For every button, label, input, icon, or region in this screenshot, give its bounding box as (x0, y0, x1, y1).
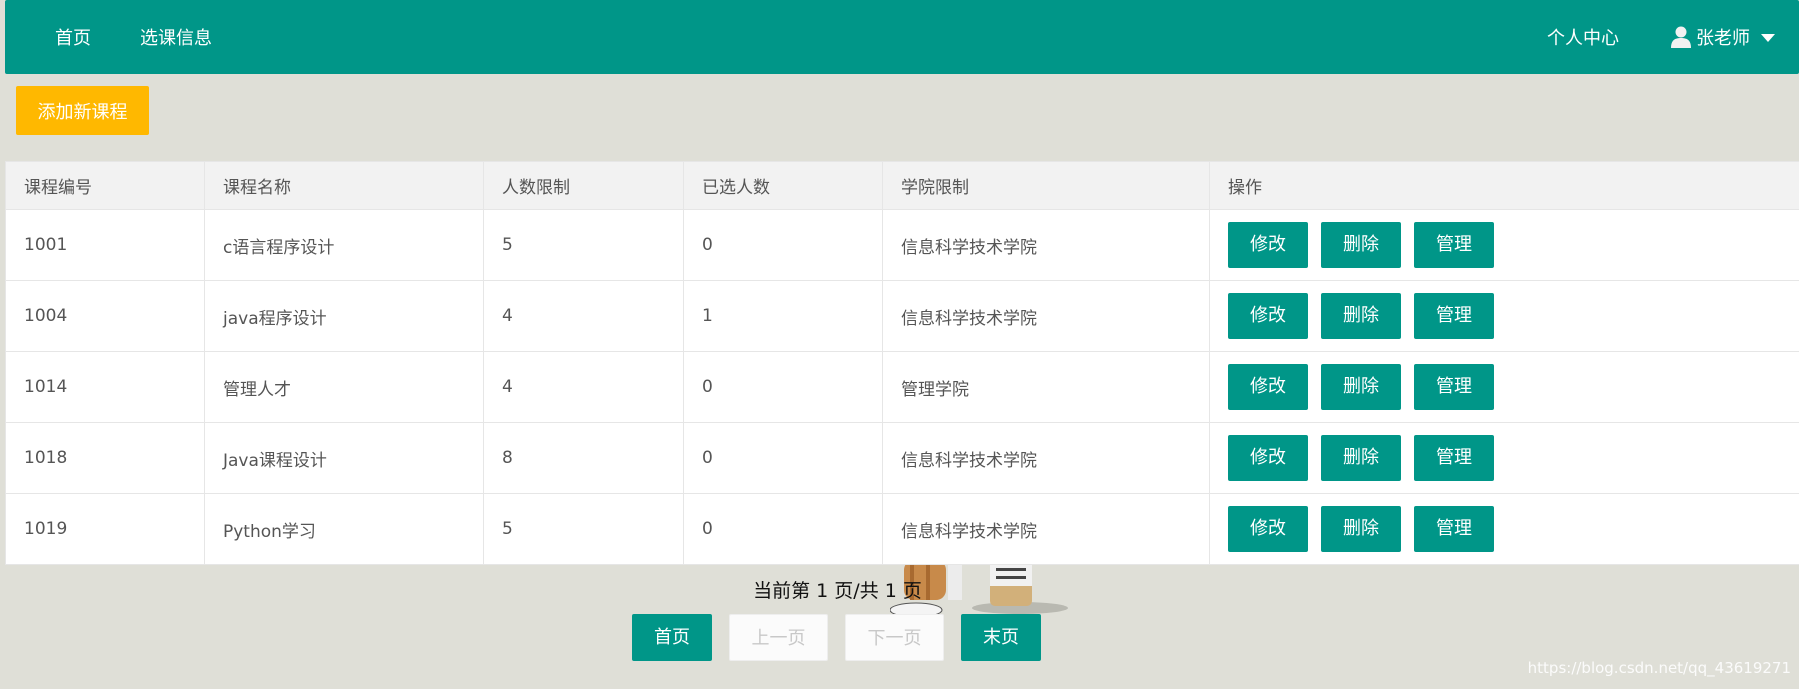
page-info: 当前第 1 页/共 1 页 (753, 580, 922, 602)
nav-right: 个人中心 张老师 (1547, 0, 1775, 74)
next-page-button[interactable]: 下一页 (845, 614, 944, 661)
manage-button[interactable]: 管理 (1414, 506, 1494, 552)
cell-actions: 修改 删除 管理 (1209, 422, 1799, 494)
cell-college: 信息科学技术学院 (882, 209, 1210, 281)
header-course-id: 课程编号 (5, 161, 205, 210)
table-row: 1018 Java课程设计 8 0 信息科学技术学院 修改 删除 管理 (5, 422, 1799, 494)
caret-down-icon (1761, 34, 1775, 42)
manage-button[interactable]: 管理 (1414, 435, 1494, 481)
prev-page-button[interactable]: 上一页 (729, 614, 828, 661)
cell-course-id: 1019 (5, 493, 205, 565)
header-limit: 人数限制 (483, 161, 684, 210)
user-name: 张老师 (1696, 28, 1750, 49)
cell-course-name: java程序设计 (204, 280, 484, 352)
cell-limit: 4 (483, 280, 684, 352)
cell-selected: 0 (683, 493, 883, 565)
cell-course-id: 1014 (5, 351, 205, 423)
top-navbar: 首页 选课信息 个人中心 张老师 (5, 0, 1799, 74)
table-row: 1014 管理人才 4 0 管理学院 修改 删除 管理 (5, 351, 1799, 423)
nav-profile[interactable]: 个人中心 (1547, 24, 1619, 50)
cell-course-name: Python学习 (204, 493, 484, 565)
cell-limit: 5 (483, 493, 684, 565)
cell-course-id: 1001 (5, 209, 205, 281)
nav-home[interactable]: 首页 (55, 24, 91, 50)
course-table: 课程编号 课程名称 人数限制 已选人数 学院限制 操作 1001 c语言程序设计… (5, 161, 1799, 565)
first-page-button[interactable]: 首页 (632, 614, 712, 661)
cell-actions: 修改 删除 管理 (1209, 280, 1799, 352)
cell-course-id: 1018 (5, 422, 205, 494)
header-selected: 已选人数 (683, 161, 883, 210)
header-course-name: 课程名称 (204, 161, 484, 210)
cell-college: 管理学院 (882, 351, 1210, 423)
cell-actions: 修改 删除 管理 (1209, 351, 1799, 423)
cell-selected: 0 (683, 422, 883, 494)
edit-button[interactable]: 修改 (1228, 364, 1308, 410)
table-row: 1019 Python学习 5 0 信息科学技术学院 修改 删除 管理 (5, 493, 1799, 565)
nav-left: 首页 选课信息 (55, 0, 212, 74)
cell-selected: 0 (683, 209, 883, 281)
delete-button[interactable]: 删除 (1321, 435, 1401, 481)
add-course-button[interactable]: 添加新课程 (16, 86, 149, 135)
cell-college: 信息科学技术学院 (882, 280, 1210, 352)
manage-button[interactable]: 管理 (1414, 293, 1494, 339)
edit-button[interactable]: 修改 (1228, 222, 1308, 268)
watermark: https://blog.csdn.net/qq_43619271 (1527, 659, 1791, 677)
manage-button[interactable]: 管理 (1414, 222, 1494, 268)
header-college: 学院限制 (882, 161, 1210, 210)
delete-button[interactable]: 删除 (1321, 506, 1401, 552)
cell-actions: 修改 删除 管理 (1209, 493, 1799, 565)
table-header-row: 课程编号 课程名称 人数限制 已选人数 学院限制 操作 (5, 161, 1799, 210)
delete-button[interactable]: 删除 (1321, 222, 1401, 268)
cell-course-name: Java课程设计 (204, 422, 484, 494)
cell-course-name: 管理人才 (204, 351, 484, 423)
nav-course-info[interactable]: 选课信息 (140, 24, 212, 50)
last-page-button[interactable]: 末页 (961, 614, 1041, 661)
cell-actions: 修改 删除 管理 (1209, 209, 1799, 281)
table-row: 1004 java程序设计 4 1 信息科学技术学院 修改 删除 管理 (5, 280, 1799, 352)
header-actions: 操作 (1209, 161, 1799, 210)
table-row: 1001 c语言程序设计 5 0 信息科学技术学院 修改 删除 管理 (5, 209, 1799, 281)
cell-course-id: 1004 (5, 280, 205, 352)
edit-button[interactable]: 修改 (1228, 293, 1308, 339)
delete-button[interactable]: 删除 (1321, 293, 1401, 339)
cell-limit: 4 (483, 351, 684, 423)
cell-limit: 5 (483, 209, 684, 281)
cell-limit: 8 (483, 422, 684, 494)
cell-college: 信息科学技术学院 (882, 422, 1210, 494)
manage-button[interactable]: 管理 (1414, 364, 1494, 410)
cell-selected: 0 (683, 351, 883, 423)
edit-button[interactable]: 修改 (1228, 506, 1308, 552)
delete-button[interactable]: 删除 (1321, 364, 1401, 410)
user-menu[interactable]: 张老师 (1671, 24, 1775, 50)
pagination: 首页 上一页 下一页 末页 (632, 614, 1041, 661)
edit-button[interactable]: 修改 (1228, 435, 1308, 481)
cell-selected: 1 (683, 280, 883, 352)
cell-course-name: c语言程序设计 (204, 209, 484, 281)
user-icon (1671, 26, 1691, 48)
cell-college: 信息科学技术学院 (882, 493, 1210, 565)
